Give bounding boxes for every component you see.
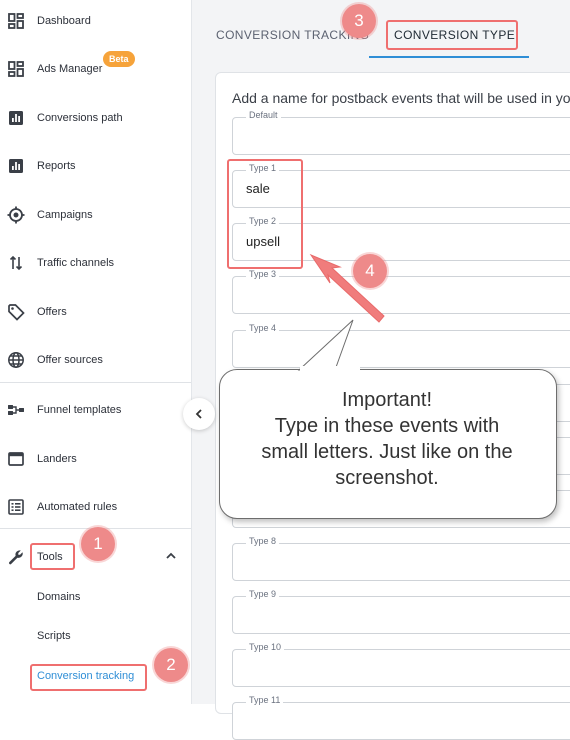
callout-line-2: Type in these events with [274,415,500,437]
field-label: Type 3 [246,269,280,279]
form-intro-text: Add a name for postback events that will… [232,90,570,106]
highlight-conversion-type-tab [386,20,518,50]
funnel-icon [6,400,26,420]
window-icon [6,449,26,469]
sidebar-item-traffic-channels[interactable]: Traffic channels [0,243,191,283]
field-label: Default [246,110,281,120]
target-icon [6,205,26,225]
sidebar-item-offer-sources[interactable]: Offer sources [0,340,191,380]
sidebar-item-campaigns[interactable]: Campaigns [0,195,191,235]
collapse-sidebar-button[interactable] [183,398,215,430]
chevron-left-icon [195,409,202,419]
field-type-11[interactable] [232,702,570,740]
sidebar-item-automated-rules[interactable]: Automated rules [0,487,191,527]
field-label: Type 9 [246,589,280,599]
sidebar-item-label: Conversions path [37,112,123,124]
sidebar-item-label: Offer sources [37,354,103,366]
highlight-conversion-tracking [30,664,147,691]
sidebar-item-label: Ads Manager [37,63,103,75]
step-marker-2: 2 [154,648,188,682]
sidebar-item-landers[interactable]: Landers [0,439,191,479]
swap-arrows-icon [6,253,26,273]
sidebar-item-conversions-path[interactable]: Conversions path [0,98,191,138]
dashboard-icon [6,11,26,31]
sidebar-item-dashboard[interactable]: Dashboard [0,1,191,41]
step-marker-3: 3 [342,4,376,38]
sidebar-item-label: Dashboard [37,15,91,27]
tag-icon [6,302,26,322]
step-marker-1: 1 [81,527,115,561]
sidebar-item-label: Automated rules [37,501,118,513]
sidebar-item-offers[interactable]: Offers [0,292,191,332]
field-default[interactable] [232,117,570,155]
list-icon [6,497,26,517]
sidebar-item-reports[interactable]: Reports [0,146,191,186]
globe-icon [6,350,26,370]
callout-line-4: screenshot. [335,467,439,489]
ads-manager-icon [6,59,26,79]
sidebar-item-label: Reports [37,160,76,172]
field-label: Type 10 [246,642,285,652]
sidebar-subitem-domains[interactable]: Domains [37,591,80,603]
callout-line-3: small letters. Just like on the [261,441,513,463]
sidebar: Dashboard Ads Manager Beta Conversions p… [0,0,192,704]
callout-text: Important! Type in these events with sma… [219,387,555,491]
field-type-3[interactable] [232,276,570,314]
sidebar-item-label: Campaigns [37,209,93,221]
sidebar-item-ads-manager[interactable]: Ads Manager [0,49,191,89]
beta-badge: Beta [103,51,135,67]
step-marker-4: 4 [353,254,387,288]
sidebar-divider [0,382,191,383]
field-label: Type 4 [246,323,280,333]
sidebar-item-funnel-templates[interactable]: Funnel templates [0,390,191,430]
active-tab-indicator [369,56,529,58]
wrench-icon [6,547,26,567]
sidebar-item-label: Landers [37,453,77,465]
field-label: Type 8 [246,536,280,546]
sidebar-item-label: Traffic channels [37,257,115,269]
sidebar-item-label: Offers [37,306,67,318]
chevron-up-icon[interactable] [164,549,178,568]
callout-line-1: Important! [341,389,433,411]
field-type-4[interactable] [232,330,570,368]
reports-icon [6,156,26,176]
field-type-8[interactable] [232,543,570,581]
highlight-tools [30,543,75,570]
callout-pointer-join [300,366,360,372]
field-type-10[interactable] [232,649,570,687]
bar-chart-icon [6,108,26,128]
sidebar-item-label: Funnel templates [37,404,122,416]
highlight-type-fields [227,159,303,269]
field-type-9[interactable] [232,596,570,634]
sidebar-subitem-scripts[interactable]: Scripts [37,630,71,642]
